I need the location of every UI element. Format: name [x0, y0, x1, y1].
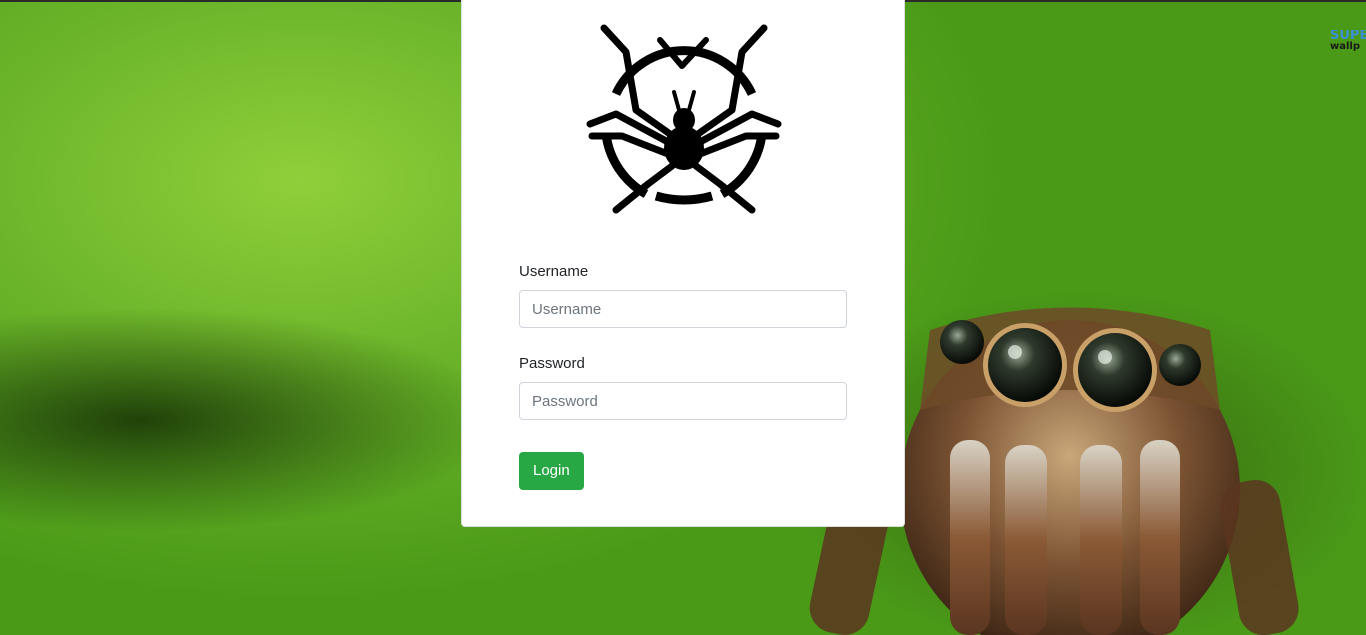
wallpaper-watermark: SUPE wallp [1330, 30, 1366, 54]
password-input[interactable] [519, 382, 847, 420]
password-label: Password [519, 355, 585, 372]
login-card: Username Password Login [461, 0, 905, 527]
spider-icon [586, 24, 782, 214]
username-input[interactable] [519, 290, 847, 328]
login-form: Username Password Login [519, 262, 847, 490]
username-label: Username [519, 263, 589, 280]
login-button[interactable]: Login [519, 452, 584, 490]
watermark-line-1: SUPE [1330, 30, 1366, 43]
